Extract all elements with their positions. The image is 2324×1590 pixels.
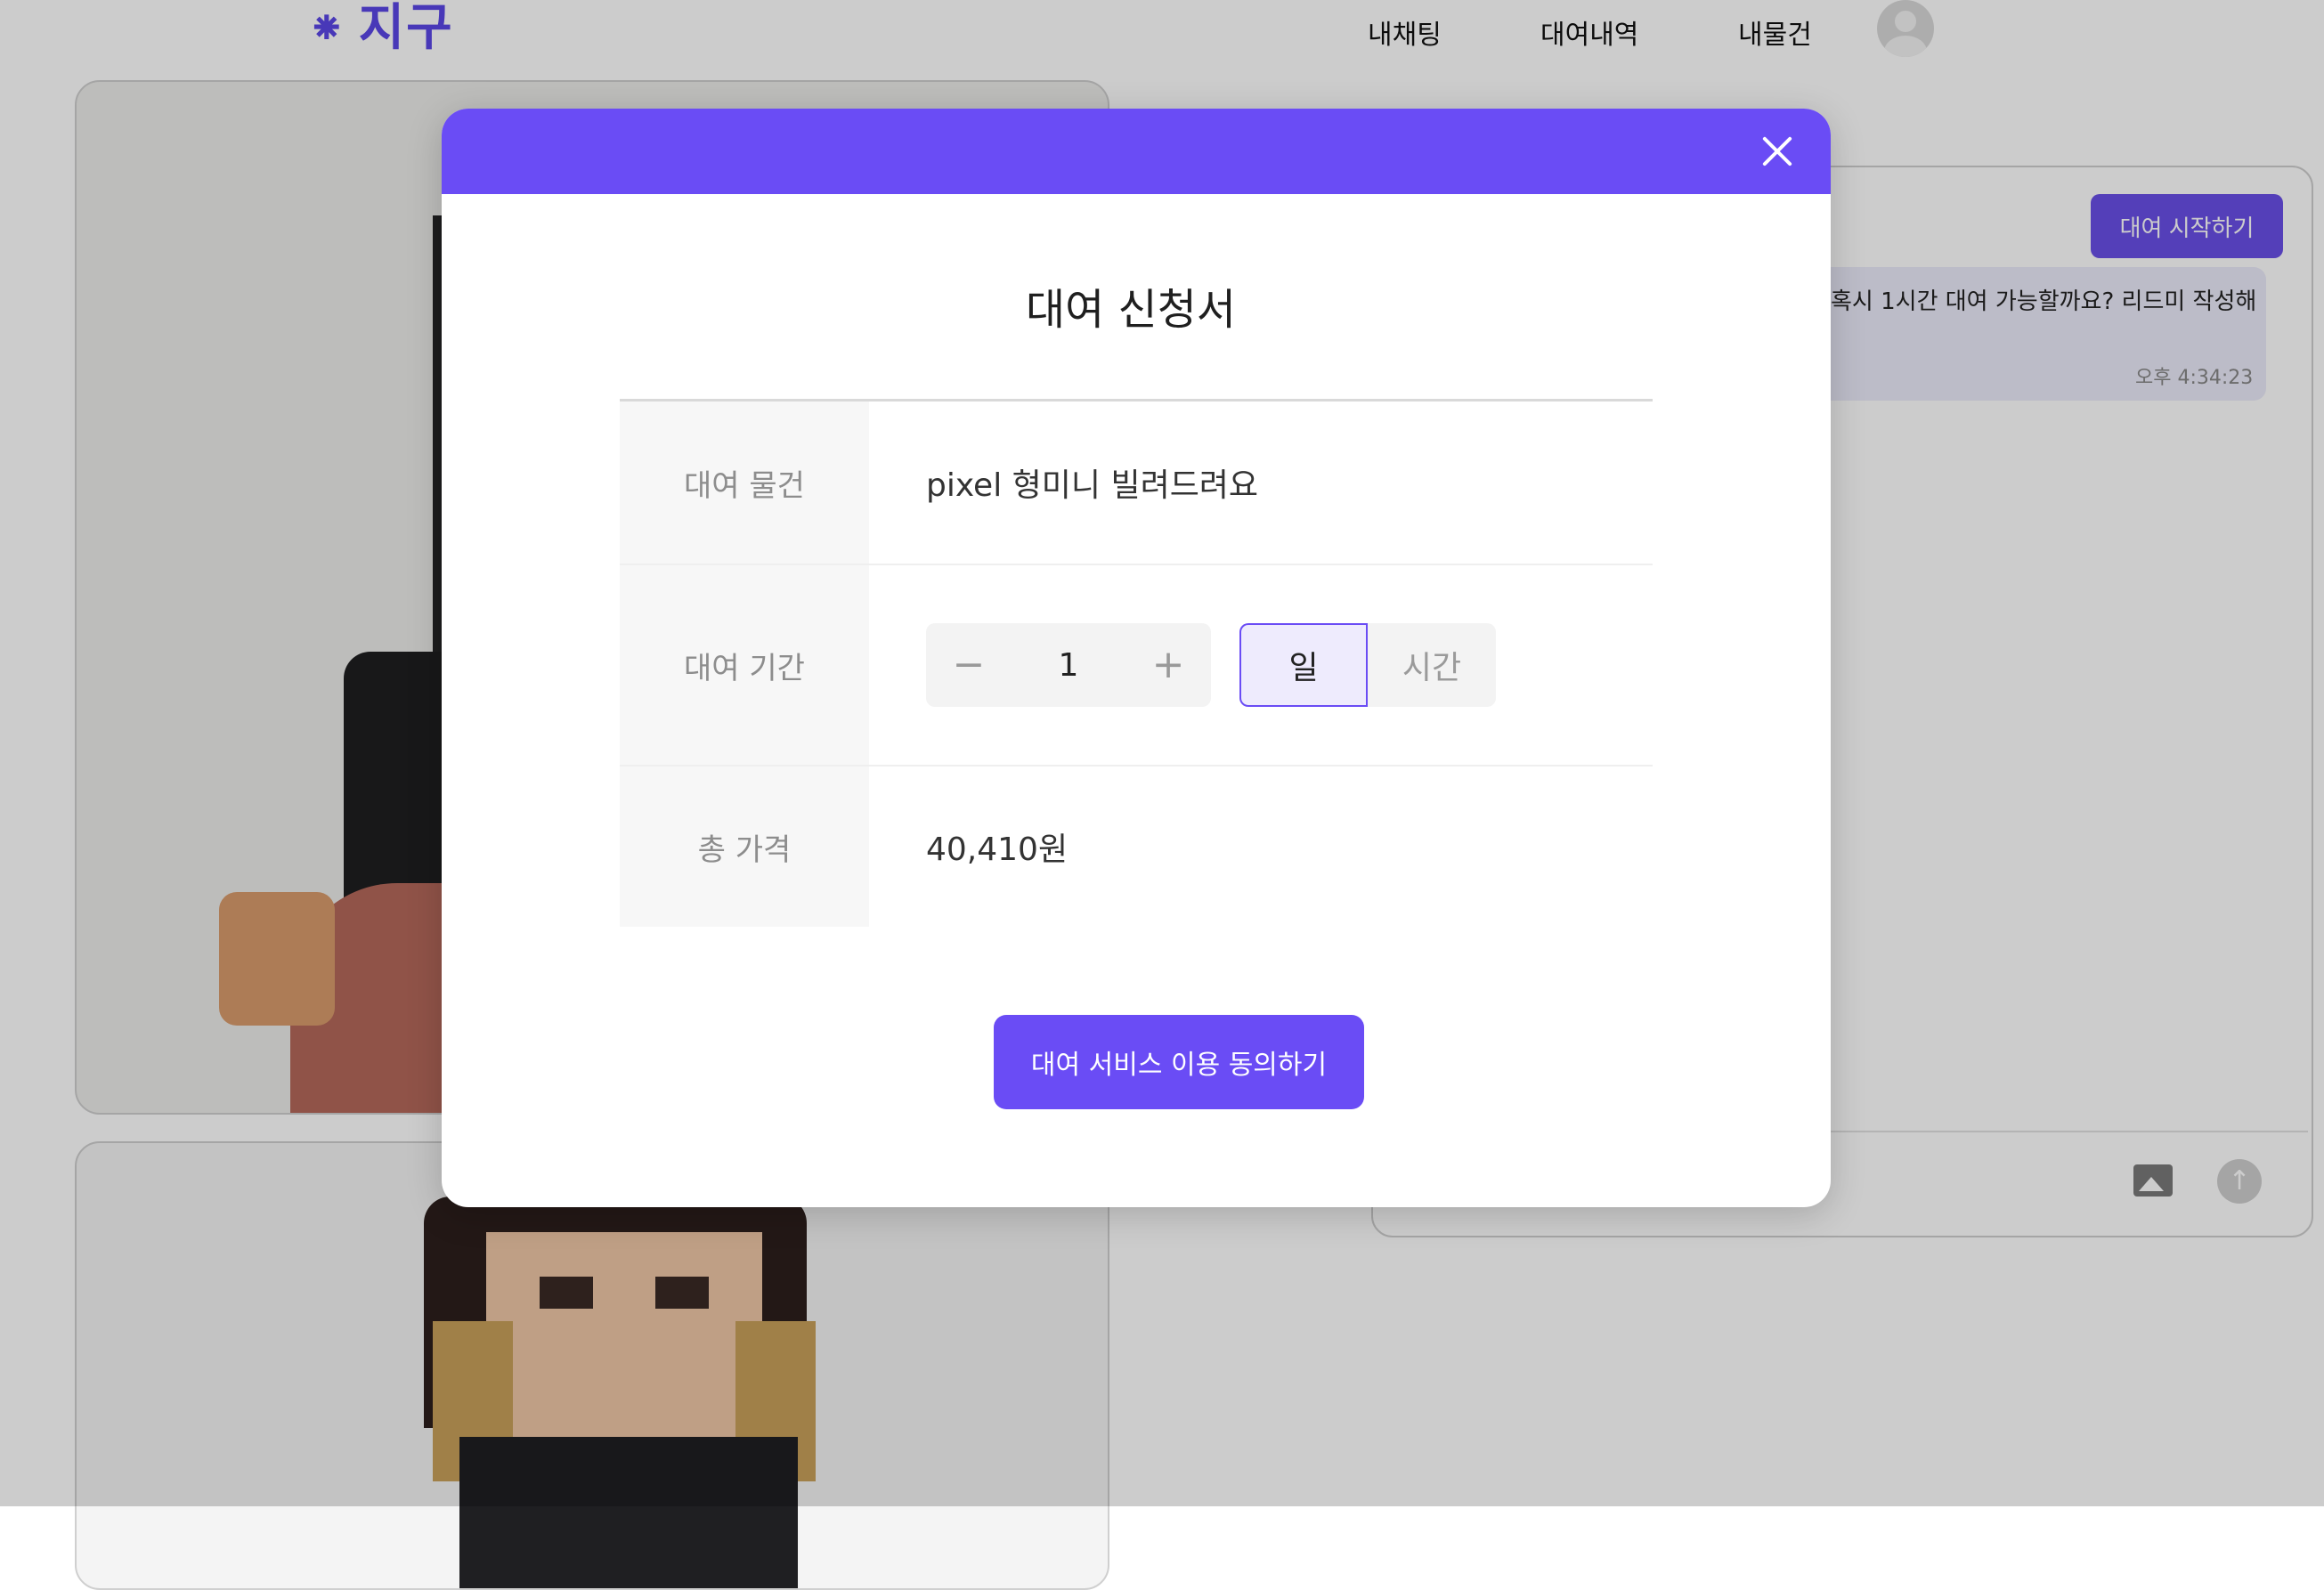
close-icon[interactable] [1756,130,1799,173]
period-unit-toggle: 일 시간 [1239,623,1496,707]
modal-header [442,109,1831,194]
row-label: 대여 기간 [620,565,869,765]
plus-button[interactable]: + [1150,645,1186,685]
rental-item-value: pixel 형미니 빌려드려요 [926,467,1259,504]
agree-rental-service-button[interactable]: 대여 서비스 이용 동의하기 [994,1015,1364,1109]
total-price-value: 40,410원 [926,832,1069,868]
row-rental-period: 대여 기간 − 1 + 일 시간 [620,565,1653,767]
row-label: 총 가격 [620,767,869,927]
quantity-value: 1 [1058,646,1079,684]
rental-application-modal: 대여 신청서 대여 물건 pixel 형미니 빌려드려요 대여 기간 − 1 +… [442,109,1831,1207]
unit-hour-button[interactable]: 시간 [1368,623,1496,707]
rental-form: 대여 물건 pixel 형미니 빌려드려요 대여 기간 − 1 + 일 시간 총… [620,399,1653,927]
row-label: 대여 물건 [620,402,869,564]
row-total-price: 총 가격 40,410원 [620,767,1653,927]
minus-button[interactable]: − [951,645,987,685]
unit-day-button[interactable]: 일 [1239,623,1368,707]
modal-title: 대여 신청서 [1025,285,1237,335]
quantity-stepper: − 1 + [926,623,1211,707]
rental-period-controls: − 1 + 일 시간 [869,565,1653,765]
row-rental-item: 대여 물건 pixel 형미니 빌려드려요 [620,402,1653,565]
